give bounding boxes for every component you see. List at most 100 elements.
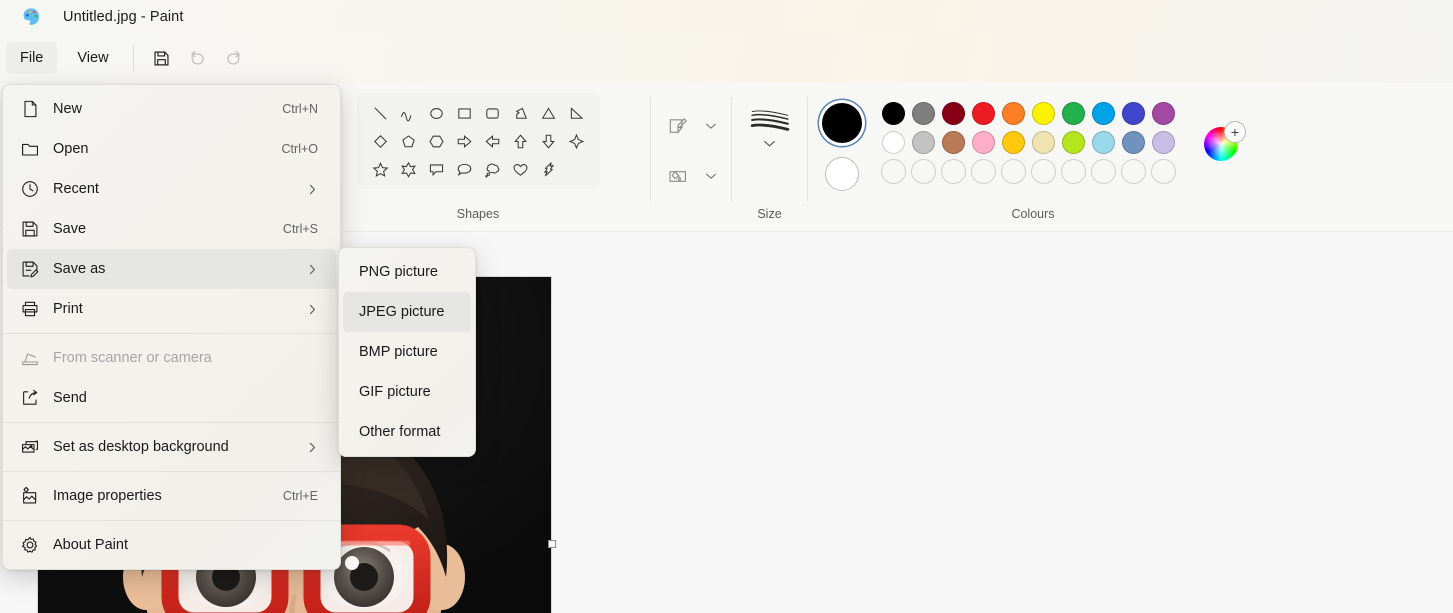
- diamond-shape[interactable]: [366, 132, 394, 151]
- size-chevron-down-icon[interactable]: [763, 139, 776, 148]
- save-as-item-jpeg-picture[interactable]: JPEG picture: [343, 292, 471, 332]
- redo-button[interactable]: [216, 42, 252, 74]
- cloud-callout-shape[interactable]: [478, 160, 506, 179]
- colour-swatch[interactable]: [938, 157, 968, 186]
- current-colours: [822, 99, 862, 191]
- up-arrow-shape[interactable]: [506, 132, 534, 151]
- colour-swatch[interactable]: [1148, 157, 1178, 186]
- four-point-star-shape[interactable]: [562, 132, 590, 151]
- colour-swatch-row3-10: [1150, 159, 1176, 184]
- colour-swatch[interactable]: [998, 157, 1028, 186]
- outline-chevron-down-icon[interactable]: [698, 122, 724, 130]
- rounded-callout-shape[interactable]: [450, 160, 478, 179]
- colour-swatch[interactable]: [968, 128, 998, 157]
- file-menu-item-open[interactable]: Open Ctrl+O: [7, 129, 336, 169]
- file-menu-item-new[interactable]: New Ctrl+N: [7, 89, 336, 129]
- pentagon-shape[interactable]: [394, 132, 422, 151]
- file-menu-item-image-properties[interactable]: Image properties Ctrl+E: [7, 476, 336, 516]
- triangle-shape[interactable]: [534, 104, 562, 123]
- menubar-divider-1: [132, 45, 134, 71]
- line-shape[interactable]: [366, 104, 394, 123]
- right-triangle-shape[interactable]: [562, 104, 590, 123]
- colour-swatch-row2-7: [1061, 131, 1085, 154]
- menu-file[interactable]: File: [6, 42, 58, 74]
- colour-swatch[interactable]: [1118, 128, 1148, 157]
- save-button[interactable]: [144, 42, 180, 74]
- oval-shape[interactable]: [422, 104, 450, 123]
- file-menu-item-save[interactable]: Save Ctrl+S: [7, 209, 336, 249]
- paint-window: Untitled.jpg - Paint File View Shapes Si…: [0, 0, 1453, 613]
- colour-swatch[interactable]: [1088, 157, 1118, 186]
- colour-swatch[interactable]: [1058, 157, 1088, 186]
- chevron-right-icon: [307, 441, 336, 454]
- polygon-shape[interactable]: [506, 104, 534, 123]
- primary-colour-swatch[interactable]: [822, 103, 862, 143]
- colour-swatch[interactable]: [1148, 99, 1178, 128]
- heart-shape[interactable]: [506, 160, 534, 179]
- colour-swatch[interactable]: [1088, 128, 1118, 157]
- colour-swatch[interactable]: [1118, 99, 1148, 128]
- colour-swatch-row3-3: [940, 159, 966, 184]
- colour-swatch-row2-6: [1031, 131, 1055, 154]
- canvas-resize-handle-right[interactable]: [548, 540, 556, 548]
- colour-swatch[interactable]: [968, 99, 998, 128]
- colour-swatch[interactable]: [938, 99, 968, 128]
- lightning-shape[interactable]: [534, 160, 562, 179]
- rectangle-shape[interactable]: [450, 104, 478, 123]
- colour-swatch[interactable]: [1088, 99, 1118, 128]
- colour-swatch[interactable]: [878, 157, 908, 186]
- save-as-item-bmp-picture[interactable]: BMP picture: [343, 332, 471, 372]
- colour-swatch[interactable]: [998, 128, 1028, 157]
- colour-swatch[interactable]: [1028, 99, 1058, 128]
- left-arrow-shape[interactable]: [478, 132, 506, 151]
- fill-button[interactable]: [658, 151, 724, 201]
- file-menu-item-shortcut: Ctrl+O: [281, 142, 318, 156]
- colour-swatch[interactable]: [1058, 128, 1088, 157]
- five-point-star-shape[interactable]: [366, 160, 394, 179]
- colour-swatch[interactable]: [878, 99, 908, 128]
- hexagon-shape[interactable]: [422, 132, 450, 151]
- save-as-item-other-format[interactable]: Other format: [343, 412, 471, 452]
- colour-swatch[interactable]: [908, 128, 938, 157]
- down-arrow-shape[interactable]: [534, 132, 562, 151]
- undo-button[interactable]: [180, 42, 216, 74]
- colour-swatch-row1-1: [881, 102, 905, 125]
- colour-swatch[interactable]: [878, 128, 908, 157]
- file-menu-item-set-as-desktop-background[interactable]: Set as desktop background: [7, 427, 336, 467]
- colour-swatch[interactable]: [1148, 128, 1178, 157]
- six-point-star-shape[interactable]: [394, 160, 422, 179]
- colour-swatch[interactable]: [998, 99, 1028, 128]
- file-menu-item-send[interactable]: Send: [7, 378, 336, 418]
- file-menu-item-label: Send: [53, 390, 87, 406]
- file-menu-item-print[interactable]: Print: [7, 289, 336, 329]
- fill-chevron-down-icon[interactable]: [698, 172, 724, 180]
- file-menu: New Ctrl+N Open Ctrl+O Recent Save Ctrl+S Save …: [2, 84, 341, 570]
- colour-swatch[interactable]: [1028, 128, 1058, 157]
- colour-swatch[interactable]: [1058, 99, 1088, 128]
- save-as-item-png-picture[interactable]: PNG picture: [343, 252, 471, 292]
- colour-picker-button[interactable]: +: [1204, 121, 1246, 163]
- printer-icon: [7, 299, 53, 319]
- colour-swatch[interactable]: [908, 157, 938, 186]
- colour-swatch[interactable]: [908, 99, 938, 128]
- right-arrow-shape[interactable]: [450, 132, 478, 151]
- size-group-label: Size: [757, 207, 782, 221]
- file-menu-item-save-as[interactable]: Save as: [7, 249, 336, 289]
- colour-swatch-row2-5: [1001, 131, 1025, 154]
- save-as-item-gif-picture[interactable]: GIF picture: [343, 372, 471, 412]
- rectangular-callout-shape[interactable]: [422, 160, 450, 179]
- rounded-rectangle-shape[interactable]: [478, 104, 506, 123]
- file-menu-item-shortcut: Ctrl+E: [282, 489, 318, 503]
- colour-swatch[interactable]: [968, 157, 998, 186]
- file-menu-item-recent[interactable]: Recent: [7, 169, 336, 209]
- colour-swatch-row3-5: [1000, 159, 1026, 184]
- menu-view[interactable]: View: [63, 42, 122, 74]
- colour-swatch[interactable]: [1118, 157, 1148, 186]
- file-menu-item-about-paint[interactable]: About Paint: [7, 525, 336, 565]
- secondary-colour-swatch[interactable]: [825, 157, 859, 191]
- colour-swatch[interactable]: [1028, 157, 1058, 186]
- size-button[interactable]: [743, 105, 797, 148]
- outline-button[interactable]: [658, 101, 724, 151]
- curve-shape[interactable]: [394, 104, 422, 123]
- colour-swatch[interactable]: [938, 128, 968, 157]
